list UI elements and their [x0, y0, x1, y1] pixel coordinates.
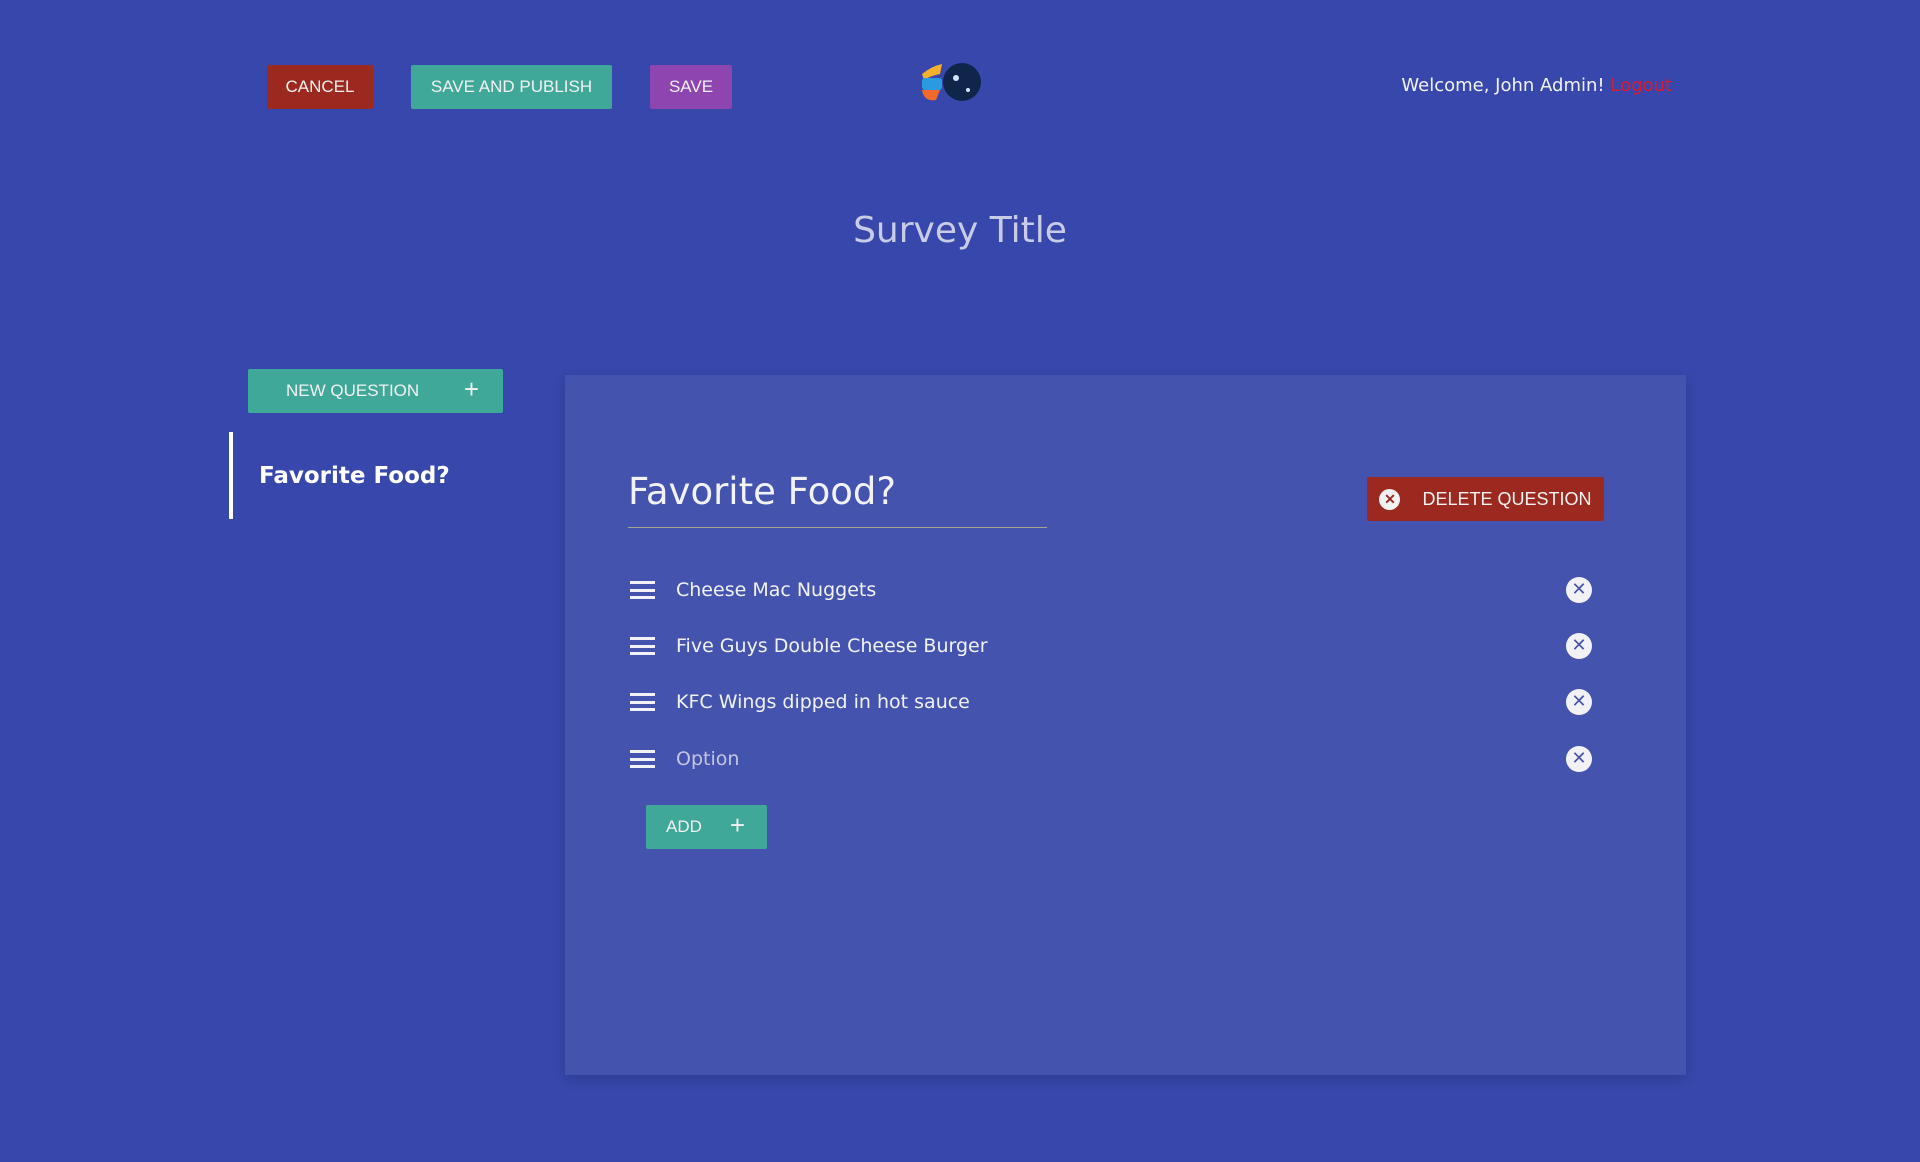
add-option-button[interactable]: ADD + — [646, 805, 767, 849]
remove-option-icon[interactable]: ✕ — [1566, 746, 1592, 772]
save-and-publish-button[interactable]: SAVE AND PUBLISH — [411, 65, 612, 109]
logout-link[interactable]: Logout — [1610, 75, 1672, 96]
drag-handle-icon[interactable] — [630, 693, 655, 711]
save-button[interactable]: SAVE — [650, 65, 732, 109]
new-question-label: NEW QUESTION — [286, 381, 420, 400]
option-row: Five Guys Double Cheese Burger ✕ — [630, 626, 1592, 666]
question-editor-panel: Favorite Food? ✕ DELETE QUESTION Cheese M… — [565, 375, 1686, 1075]
option-input[interactable]: KFC Wings dipped in hot sauce — [676, 691, 970, 713]
delete-question-label: DELETE QUESTION — [1422, 488, 1592, 509]
option-input[interactable]: Cheese Mac Nuggets — [676, 579, 876, 601]
logo — [922, 63, 981, 101]
option-row: Option ✕ — [630, 739, 1592, 779]
option-input[interactable]: Five Guys Double Cheese Burger — [676, 635, 988, 657]
drag-handle-icon[interactable] — [630, 637, 655, 655]
new-option-input[interactable]: Option — [676, 748, 739, 770]
remove-option-icon[interactable]: ✕ — [1566, 633, 1592, 659]
welcome-message: Welcome, John Admin! Logout — [1401, 75, 1672, 96]
remove-option-icon[interactable]: ✕ — [1566, 577, 1592, 603]
welcome-text: Welcome, John Admin! — [1401, 75, 1605, 96]
cancel-button[interactable]: CANCEL — [267, 65, 373, 109]
new-question-button[interactable]: NEW QUESTION + — [248, 369, 503, 413]
option-row: Cheese Mac Nuggets ✕ — [630, 570, 1592, 610]
delete-question-button[interactable]: ✕ DELETE QUESTION — [1367, 477, 1604, 521]
survey-title[interactable]: Survey Title — [0, 210, 1920, 251]
remove-option-icon[interactable]: ✕ — [1566, 689, 1592, 715]
drag-handle-icon[interactable] — [630, 581, 655, 599]
option-row: KFC Wings dipped in hot sauce ✕ — [630, 682, 1592, 722]
drag-handle-icon[interactable] — [630, 750, 655, 768]
plus-icon: + — [729, 810, 745, 840]
close-circle-icon: ✕ — [1379, 488, 1401, 510]
sidebar-item-favorite-food[interactable]: Favorite Food? — [229, 432, 450, 519]
plus-icon: + — [463, 374, 479, 404]
sidebar-item-label: Favorite Food? — [259, 462, 450, 489]
add-label: ADD — [666, 817, 702, 836]
question-title-input[interactable]: Favorite Food? — [628, 470, 1047, 528]
